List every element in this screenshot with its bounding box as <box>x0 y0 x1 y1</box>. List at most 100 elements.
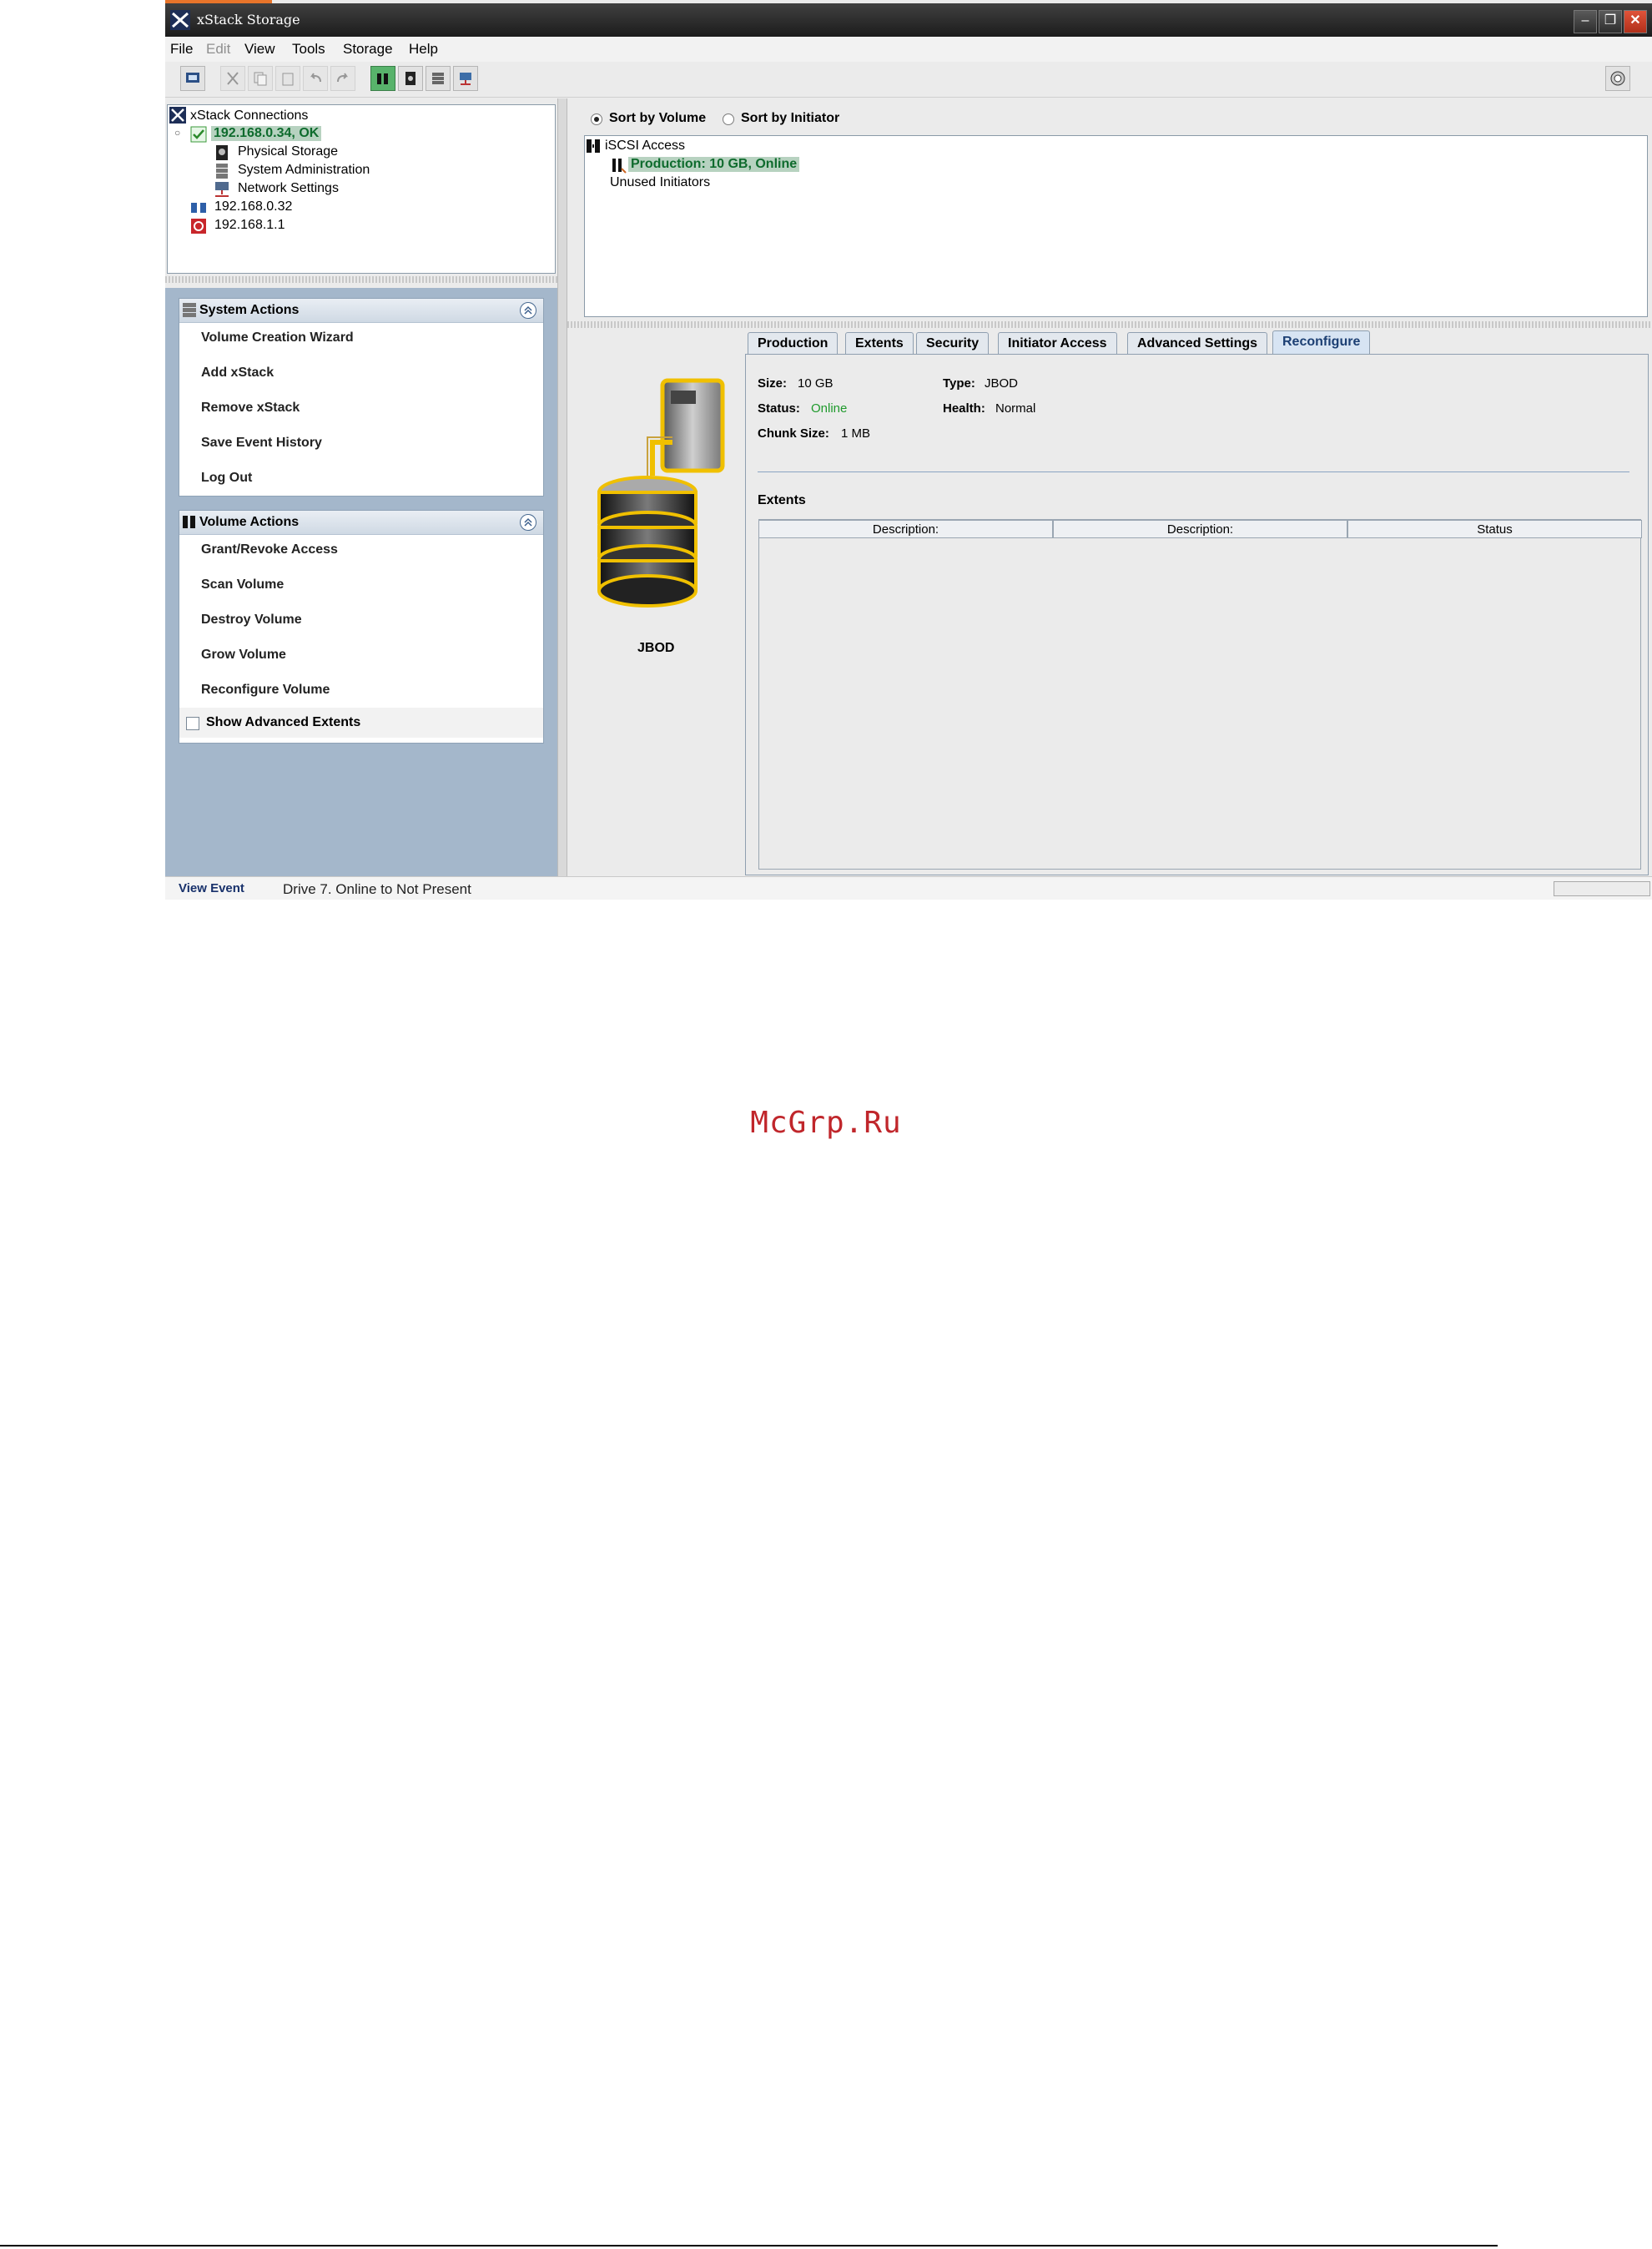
tab-reconfigure[interactable]: Reconfigure <box>1272 330 1371 354</box>
undo-icon <box>310 73 321 83</box>
menu-edit[interactable]: Edit <box>206 41 230 58</box>
xstack-unit-icon <box>191 201 206 214</box>
minimize-button[interactable]: – <box>1574 10 1597 33</box>
server-icon <box>432 73 444 84</box>
menu-storage[interactable]: Storage <box>343 41 393 58</box>
tree-item-physical-storage[interactable]: Physical Storage <box>238 144 338 159</box>
copy-icon <box>254 72 267 86</box>
progress-indicator <box>1554 881 1650 896</box>
tab-initiator-access[interactable]: Initiator Access <box>998 332 1117 354</box>
jbod-label: JBOD <box>637 641 675 655</box>
status-key: Status: <box>758 401 800 416</box>
status-value: Online <box>811 401 848 416</box>
volume-creation-wizard-link[interactable]: Volume Creation Wizard <box>201 330 354 345</box>
extents-col-status[interactable]: Status <box>1347 520 1642 538</box>
collapse-chevron-icon[interactable] <box>520 302 536 319</box>
remove-xstack-link[interactable]: Remove xStack <box>201 401 300 416</box>
menu-file[interactable]: File <box>170 41 193 58</box>
save-event-history-link[interactable]: Save Event History <box>201 436 322 451</box>
destroy-volume-link[interactable]: Destroy Volume <box>201 613 302 628</box>
production-volume-item[interactable]: Production: 10 GB, Online <box>628 157 800 172</box>
tree-expand-toggle[interactable]: ○ <box>174 127 180 139</box>
type-value: JBOD <box>985 376 1019 391</box>
tree-item-192-168-0-32[interactable]: 192.168.0.32 <box>214 199 292 214</box>
system-actions-title: System Actions <box>199 303 300 317</box>
left-splitter[interactable] <box>165 276 557 283</box>
volume-actions-header[interactable]: Volume Actions <box>179 511 543 535</box>
extents-title: Extents <box>758 493 806 507</box>
volume-actions-pane: Volume Actions Grant/Revoke Access Scan … <box>179 510 544 744</box>
sort-by-volume-radio[interactable] <box>591 113 602 125</box>
system-actions-header[interactable]: System Actions <box>179 299 543 323</box>
size-value: 10 GB <box>798 376 834 391</box>
volume-view-toolbar-button[interactable] <box>370 66 395 91</box>
volume-icon <box>183 516 195 528</box>
sort-by-initiator-radio[interactable] <box>723 113 734 125</box>
physical-storage-toolbar-button[interactable] <box>398 66 423 91</box>
tree-item-192-168-1-1[interactable]: 192.168.1.1 <box>214 218 285 233</box>
redo-icon <box>337 73 349 83</box>
tree-item-system-administration[interactable]: System Administration <box>238 163 370 178</box>
status-bar: View Event Drive 7. Online to Not Presen… <box>165 876 1652 900</box>
system-admin-toolbar-button[interactable] <box>426 66 451 91</box>
add-xstack-link[interactable]: Add xStack <box>201 366 274 381</box>
undo-toolbar-button[interactable] <box>303 66 328 91</box>
menu-bar: File Edit View Tools Storage Help <box>165 37 1652 62</box>
redo-toolbar-button[interactable] <box>330 66 355 91</box>
scan-volume-link[interactable]: Scan Volume <box>201 577 284 593</box>
system-actions-pane: System Actions Volume Creation Wizard Ad… <box>179 298 544 497</box>
status-message: Drive 7. Online to Not Present <box>283 881 471 897</box>
title-bar: xStack Storage – ❐ ✕ <box>165 3 1652 37</box>
log-out-link[interactable]: Log Out <box>201 471 252 486</box>
window-title: xStack Storage <box>197 12 300 28</box>
restore-button[interactable]: ❐ <box>1599 10 1622 33</box>
reconfigure-volume-link[interactable]: Reconfigure Volume <box>201 683 330 698</box>
menu-view[interactable]: View <box>244 41 275 58</box>
tab-content: Size: 10 GB Type: JBOD Status: Online He… <box>745 354 1649 875</box>
menu-help[interactable]: Help <box>409 41 438 58</box>
paste-icon <box>282 73 294 86</box>
paste-toolbar-button[interactable] <box>275 66 300 91</box>
vertical-splitter[interactable] <box>557 98 567 876</box>
cut-toolbar-button[interactable] <box>220 66 245 91</box>
menu-tools[interactable]: Tools <box>292 41 325 58</box>
chunk-size-value: 1 MB <box>841 426 871 441</box>
close-button[interactable]: ✕ <box>1624 10 1647 33</box>
unused-initiators-item[interactable]: Unused Initiators <box>610 175 710 190</box>
grant-revoke-access-link[interactable]: Grant/Revoke Access <box>201 542 338 557</box>
health-value: Normal <box>995 401 1036 416</box>
tree-item-192-168-0-34[interactable]: 192.168.0.34, OK <box>211 126 322 141</box>
page-footer-rule <box>0 2245 1498 2246</box>
sort-by-initiator-label: Sort by Initiator <box>741 111 840 125</box>
show-advanced-extents-label: Show Advanced Extents <box>206 715 361 729</box>
show-advanced-extents-checkbox[interactable] <box>186 717 199 730</box>
task-panel: System Actions Volume Creation Wizard Ad… <box>165 288 557 876</box>
xstack-logo-icon <box>170 10 190 30</box>
collapse-chevron-icon[interactable] <box>520 514 536 531</box>
right-splitter[interactable] <box>567 321 1652 328</box>
tab-security[interactable]: Security <box>916 332 990 354</box>
drive-icon <box>216 145 228 160</box>
grow-volume-link[interactable]: Grow Volume <box>201 648 286 663</box>
network-settings-toolbar-button[interactable] <box>453 66 478 91</box>
tree-root-label: xStack Connections <box>190 108 309 123</box>
type-key: Type: <box>943 376 975 391</box>
help-toolbar-button[interactable] <box>1605 66 1630 91</box>
tree-item-network-settings[interactable]: Network Settings <box>238 181 339 196</box>
tab-production[interactable]: Production <box>748 332 839 354</box>
view-event-link[interactable]: View Event <box>179 881 244 895</box>
tab-extents[interactable]: Extents <box>845 332 914 354</box>
tab-advanced-settings[interactable]: Advanced Settings <box>1127 332 1268 354</box>
server-icon <box>183 303 196 317</box>
check-icon <box>190 126 207 143</box>
extents-col-description-1[interactable]: Description: <box>758 520 1053 538</box>
network-icon <box>186 73 199 83</box>
iscsi-access-root[interactable]: iSCSI Access <box>605 139 685 154</box>
connect-toolbar-button[interactable] <box>180 66 205 91</box>
copy-toolbar-button[interactable] <box>248 66 273 91</box>
volume-icon <box>377 73 388 84</box>
extents-col-description-2[interactable]: Description: <box>1053 520 1347 538</box>
advanced-extents-row: Show Advanced Extents <box>179 708 543 738</box>
divider <box>758 471 1629 472</box>
health-key: Health: <box>943 401 985 416</box>
